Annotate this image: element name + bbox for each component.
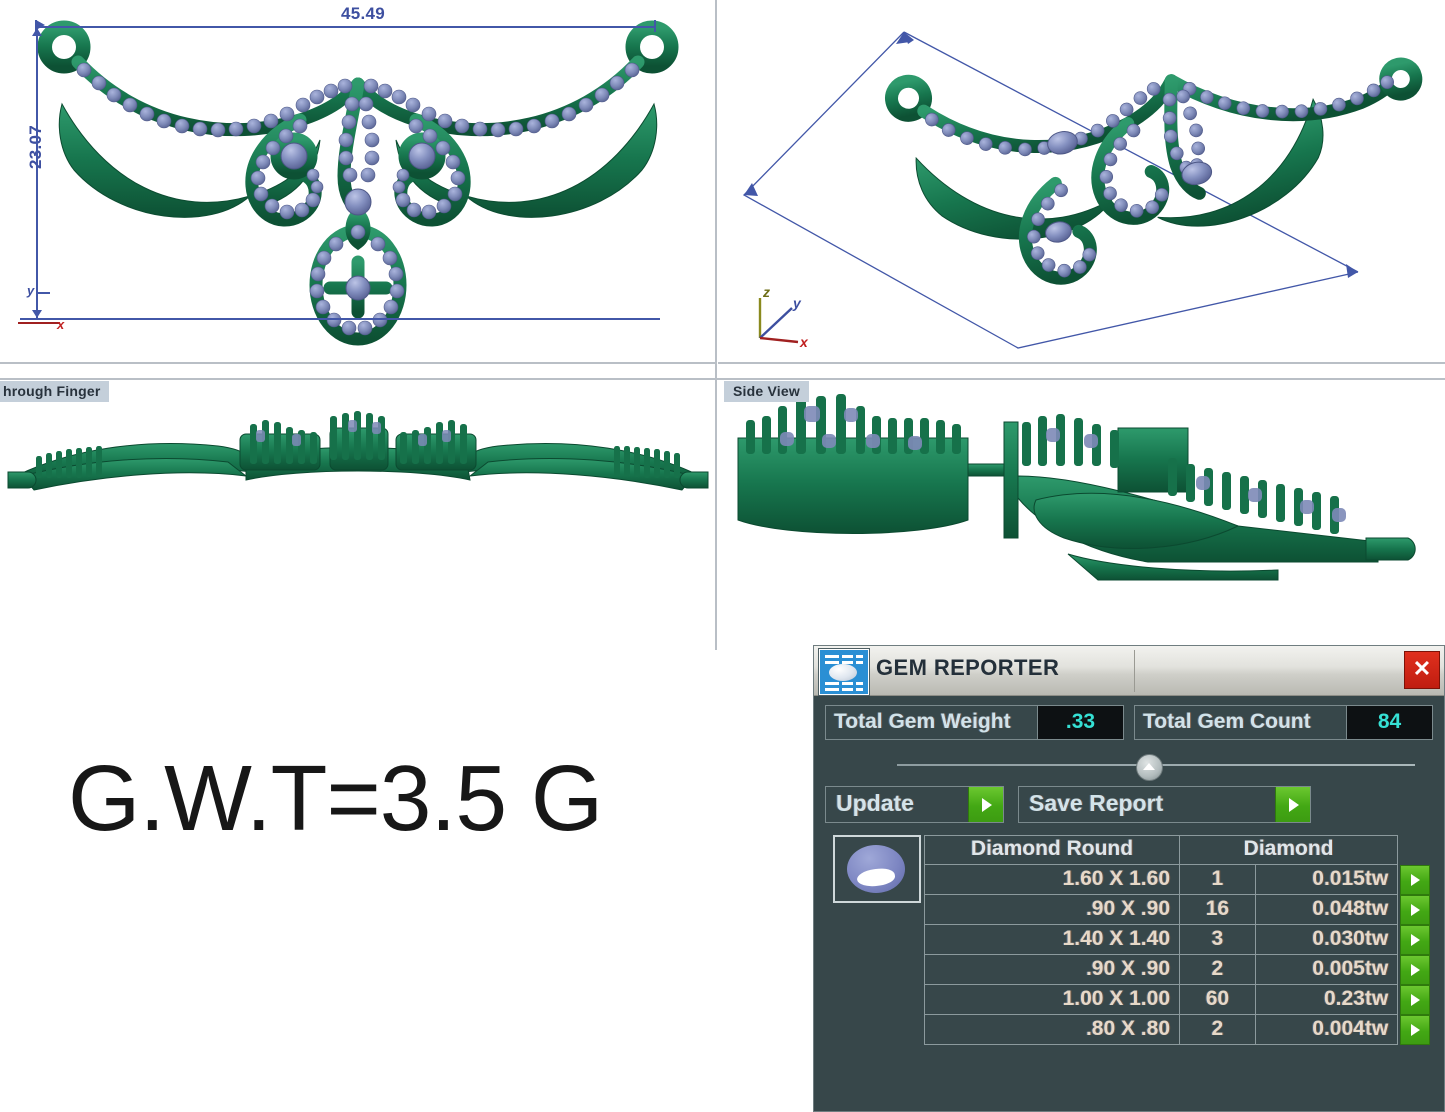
total-gem-weight-field[interactable]: Total Gem Weight .33 [825,705,1124,740]
cell-count: 60 [1179,984,1256,1015]
row-detail-arrow-icon[interactable] [1400,924,1431,955]
svg-text:y: y [792,295,802,311]
cell-count: 2 [1179,1014,1256,1045]
table-row[interactable]: 1.60 X 1.60 1 0.015tw [924,864,1433,895]
dialog-title: GEM REPORTER [876,655,1060,680]
cell-total-weight: 0.23tw [1254,984,1399,1015]
gem-table: Diamond Round Diamond 1.60 X 1.60 1 0.015t… [924,835,1433,1045]
summary-row: Total Gem Weight .33 Total Gem Count 84 [825,705,1433,740]
cell-size: .90 X .90 [924,894,1180,925]
dimension-line-bottom [20,318,660,320]
row-detail-arrow-icon[interactable] [1400,864,1431,895]
gem-table-section: Diamond Round Diamond 1.60 X 1.60 1 0.015t… [833,835,1433,1045]
dialog-titlebar[interactable]: GEM REPORTER ✕ [814,646,1444,696]
cell-total-weight: 0.030tw [1254,924,1399,955]
update-arrow-icon[interactable] [968,787,1003,822]
gem-thumbnail-icon [833,835,921,903]
viewport-through-finger-view[interactable] [0,380,716,650]
action-button-row: Update Save Report [825,786,1433,823]
panel-divider-horizontal-left [0,362,716,364]
total-gem-weight-label: Total Gem Weight [826,706,1037,739]
table-row[interactable]: .90 X .90 16 0.048tw [924,894,1433,925]
close-icon[interactable]: ✕ [1404,651,1440,689]
jewelry-perspective-render [742,31,1423,349]
axis-x-tick [18,322,60,324]
jewelry-side-view-render [737,394,1416,581]
column-header-shape: Diamond Round [924,835,1180,865]
update-button[interactable]: Update [825,786,1004,823]
titlebar-separator [1134,650,1135,692]
jewelry-top-view-render [37,20,679,346]
row-detail-arrow-icon[interactable] [1400,1014,1431,1045]
panel-divider-vertical [715,0,717,650]
gross-weight-annotation: G.W.T=3.5 G [68,746,603,850]
total-gem-count-value: 84 [1346,706,1432,739]
svg-text:x: x [799,334,809,350]
jewelry-through-finger-render [7,411,709,491]
axis-x-label: x [57,317,65,332]
axis-y-tick [36,292,50,294]
column-header-type: Diamond [1178,835,1399,865]
cell-size: 1.40 X 1.40 [924,924,1180,955]
collapse-slider[interactable] [825,748,1433,782]
cell-total-weight: 0.048tw [1254,894,1399,925]
dimension-label-width: 45.49 [341,4,386,23]
dimension-tick-top-right [654,20,656,32]
table-row[interactable]: .90 X .90 2 0.005tw [924,954,1433,985]
dimension-arrow-up [32,28,42,36]
view-label-through-finger: hrough Finger [0,381,110,402]
table-header-row: Diamond Round Diamond [924,835,1433,865]
svg-text:z: z [762,284,770,300]
row-detail-arrow-icon[interactable] [1400,954,1431,985]
save-report-button[interactable]: Save Report [1018,786,1311,823]
row-detail-arrow-icon[interactable] [1400,984,1431,1015]
gem-report-icon [819,649,869,695]
save-report-button-label: Save Report [1019,787,1275,822]
table-row[interactable]: 1.40 X 1.40 3 0.030tw [924,924,1433,955]
cell-count: 2 [1179,954,1256,985]
axis-triad-icon: z y x [758,284,809,350]
dimension-line-top [35,26,655,28]
total-gem-count-field[interactable]: Total Gem Count 84 [1134,705,1433,740]
cell-size: .80 X .80 [924,1014,1180,1045]
total-gem-count-label: Total Gem Count [1135,706,1346,739]
update-button-label: Update [826,787,968,822]
row-detail-arrow-icon[interactable] [1400,894,1431,925]
viewport-side-view[interactable] [718,380,1445,650]
cell-size: 1.00 X 1.00 [924,984,1180,1015]
cell-size: 1.60 X 1.60 [924,864,1180,895]
viewport-top-view[interactable] [0,0,716,362]
cell-count: 16 [1179,894,1256,925]
table-row[interactable]: 1.00 X 1.00 60 0.23tw [924,984,1433,1015]
save-report-arrow-icon[interactable] [1275,787,1310,822]
total-gem-weight-value: .33 [1037,706,1123,739]
dimension-line-left [36,26,38,319]
cell-total-weight: 0.015tw [1254,864,1399,895]
gem-reporter-dialog[interactable]: GEM REPORTER ✕ Total Gem Weight .33 Tota… [813,645,1445,1112]
cell-total-weight: 0.005tw [1254,954,1399,985]
cell-total-weight: 0.004tw [1254,1014,1399,1045]
dimension-arrow-down [32,310,42,318]
cell-size: .90 X .90 [924,954,1180,985]
viewport-perspective-view[interactable]: 23.07 45.49 z y x [718,0,1445,362]
table-row[interactable]: .80 X .80 2 0.004tw [924,1014,1433,1045]
panel-divider-midline [0,378,1445,380]
view-label-side-view: Side View [724,381,809,402]
axis-y-label: y [27,283,35,298]
cell-count: 1 [1179,864,1256,895]
chevron-up-icon[interactable] [1136,754,1163,781]
panel-divider-horizontal-right [718,362,1445,364]
cell-count: 3 [1179,924,1256,955]
